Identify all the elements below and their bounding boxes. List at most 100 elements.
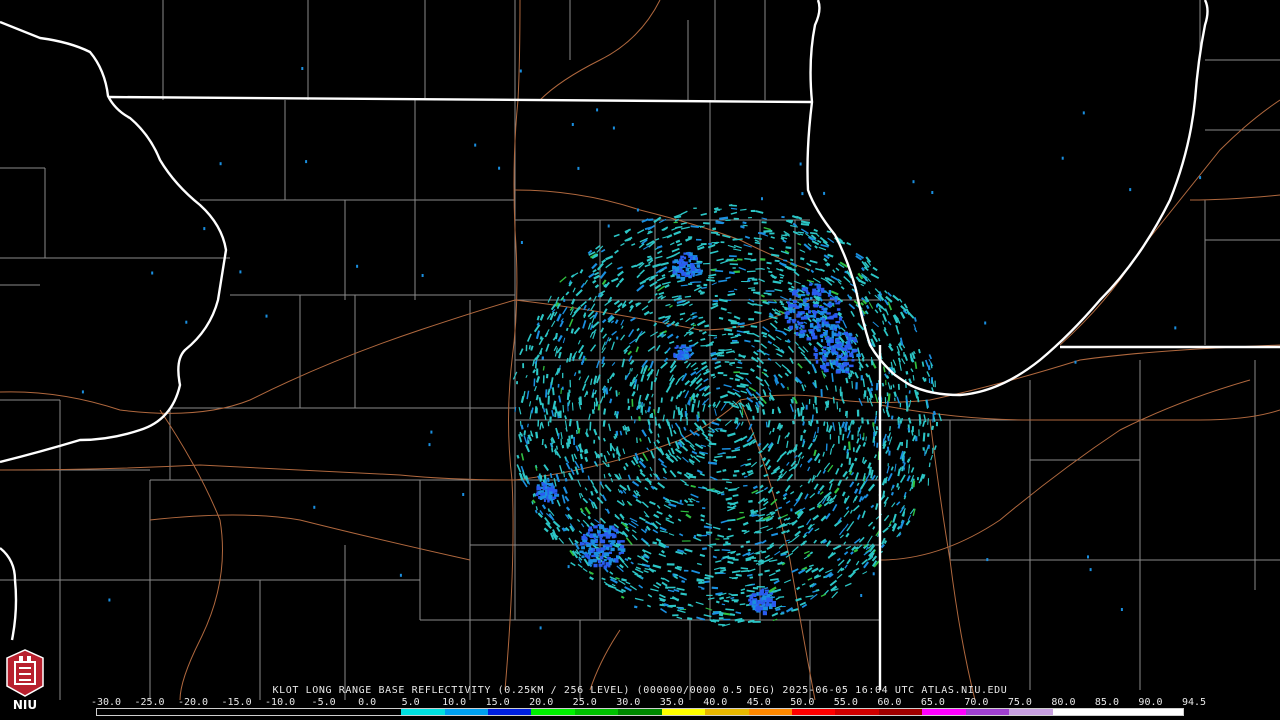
echo-outlier xyxy=(751,513,754,517)
echo-speck xyxy=(571,313,576,318)
echo-speck xyxy=(812,277,821,284)
echo-speck xyxy=(727,518,736,522)
echo-speck xyxy=(677,609,686,614)
echo-speck xyxy=(656,504,661,509)
echo-speck xyxy=(736,552,741,556)
echo-speck xyxy=(710,304,719,310)
echo-speck xyxy=(656,250,663,255)
echo-speck xyxy=(594,518,600,524)
echo-speck xyxy=(693,367,699,371)
echo-outlier xyxy=(677,441,680,445)
echo-cluster-speck xyxy=(811,291,817,296)
echo-speck xyxy=(811,567,819,573)
echo-speck xyxy=(644,486,649,491)
echo-speck xyxy=(797,492,804,500)
echo-speck xyxy=(701,361,707,366)
echo-speck xyxy=(690,498,696,502)
echo-speck xyxy=(827,253,834,258)
echo-speck xyxy=(747,548,752,552)
echo-speck xyxy=(883,540,888,545)
echo-speck xyxy=(931,379,935,388)
echo-cluster-speck xyxy=(828,290,832,294)
echo-speck xyxy=(573,372,577,377)
echo-speck xyxy=(808,420,811,426)
echo-speck xyxy=(927,444,930,449)
echo-speck xyxy=(551,410,555,417)
echo-speck xyxy=(649,473,653,478)
echo-cluster-speck xyxy=(595,554,599,557)
echo-speck xyxy=(705,437,712,444)
echo-speck xyxy=(590,378,593,386)
echo-speck xyxy=(645,410,647,414)
echo-outlier xyxy=(912,180,915,184)
colorscale-label: 70.0 xyxy=(964,697,989,708)
echo-cluster-speck xyxy=(848,336,851,340)
echo-speck xyxy=(707,597,715,600)
echo-speck xyxy=(737,361,743,365)
echo-speck xyxy=(680,222,688,225)
echo-speck xyxy=(660,261,669,266)
echo-speck xyxy=(699,553,706,558)
echo-cluster-speck xyxy=(617,540,621,544)
echo-speck xyxy=(905,370,909,375)
echo-speck xyxy=(606,508,611,514)
echo-speck xyxy=(823,501,830,507)
echo-cluster-speck xyxy=(836,308,841,311)
echo-speck xyxy=(718,613,724,617)
echo-cluster-speck xyxy=(831,332,837,337)
echo-speck xyxy=(562,486,568,495)
echo-speck xyxy=(689,303,693,307)
echo-speck xyxy=(609,398,613,404)
echo-speck xyxy=(704,574,714,578)
echo-speck xyxy=(842,470,848,478)
echo-cluster-speck xyxy=(581,542,585,546)
echo-speck xyxy=(853,488,859,494)
echo-cluster-speck xyxy=(803,333,806,337)
echo-speck xyxy=(609,571,614,575)
echo-speck xyxy=(664,284,670,289)
echo-speck xyxy=(601,318,607,324)
echo-speck xyxy=(652,529,659,534)
echo-speck xyxy=(755,375,763,382)
echo-speck xyxy=(783,579,792,584)
echo-cluster-speck xyxy=(616,555,620,559)
echo-speck xyxy=(839,388,842,397)
echo-speck xyxy=(770,253,780,257)
echo-speck xyxy=(813,228,818,233)
echo-cluster-speck xyxy=(826,312,831,315)
echo-speck xyxy=(701,419,707,426)
echo-speck xyxy=(632,384,637,390)
echo-speck xyxy=(802,421,805,426)
echo-speck xyxy=(738,266,747,271)
echo-speck xyxy=(631,480,640,487)
echo-cluster-speck xyxy=(812,288,816,292)
echo-speck xyxy=(565,462,571,470)
echo-outlier xyxy=(679,499,682,503)
echo-speck xyxy=(638,460,647,469)
echo-speck xyxy=(679,533,684,537)
echo-speck xyxy=(815,588,820,592)
echo-speck xyxy=(865,304,870,310)
echo-speck xyxy=(800,220,811,224)
echo-speck xyxy=(808,342,813,346)
echo-speck xyxy=(853,538,861,544)
echo-cluster-speck xyxy=(612,559,616,563)
echo-speck xyxy=(803,321,808,325)
echo-outlier xyxy=(1174,326,1177,330)
echo-speck xyxy=(861,456,865,463)
echo-speck xyxy=(673,588,680,593)
echo-speck xyxy=(771,532,779,537)
colorscale-label: 75.0 xyxy=(1007,697,1032,708)
echo-speck xyxy=(562,404,565,413)
echo-speck xyxy=(755,210,764,214)
echo-speck xyxy=(627,350,633,356)
echo-speck xyxy=(831,365,835,370)
echo-speck xyxy=(832,269,836,273)
echo-speck xyxy=(682,389,686,393)
echo-speck xyxy=(690,370,697,376)
echo-speck xyxy=(814,245,818,249)
echo-speck xyxy=(859,433,862,440)
echo-speck xyxy=(717,534,725,538)
echo-speck xyxy=(782,496,787,501)
echo-speck xyxy=(685,362,692,369)
